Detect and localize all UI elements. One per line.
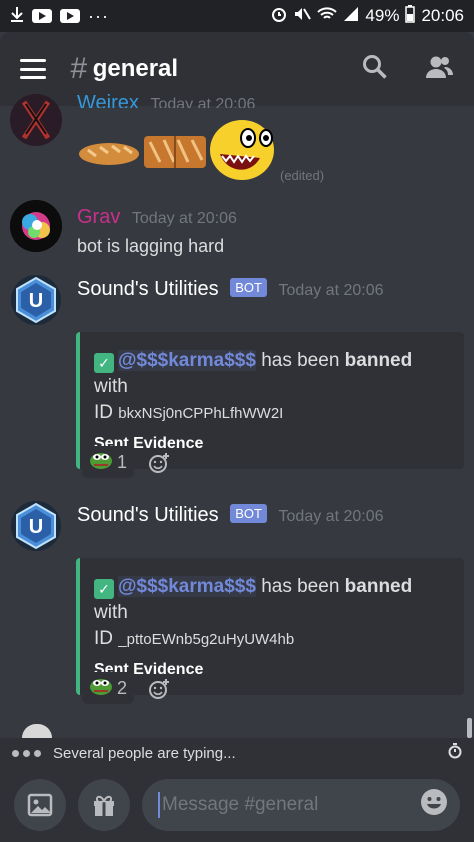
- message-timestamp: Today at 20:06: [131, 210, 237, 227]
- bot-badge: BOT: [230, 278, 267, 297]
- reaction[interactable]: 2: [82, 672, 134, 704]
- embed-text-2: with: [94, 376, 128, 397]
- message-timestamp: Today at 20:06: [278, 282, 384, 299]
- add-reaction-icon[interactable]: [148, 678, 170, 705]
- hash-icon: #: [70, 52, 87, 85]
- reaction-count: 2: [116, 677, 127, 698]
- slowmode-timer-icon: [448, 743, 462, 763]
- bot-badge: BOT: [230, 504, 267, 523]
- user-mention[interactable]: @$$$karma$$$: [118, 576, 256, 597]
- status-bar: ··· 49% 20:06: [0, 0, 474, 32]
- check-mark-icon: ✓: [94, 353, 114, 373]
- channel-name: general: [92, 55, 179, 82]
- avatar-sounds-utilities[interactable]: U: [10, 274, 62, 326]
- gift-button[interactable]: [78, 779, 130, 831]
- ban-id: bkxNSj0nCPPhLfhWW2I: [118, 405, 284, 422]
- embed-bold: banned: [344, 576, 413, 597]
- scrollbar[interactable]: [467, 718, 472, 738]
- author-name[interactable]: Wejrex: [77, 92, 139, 108]
- avatar-partial[interactable]: [22, 724, 52, 738]
- ban-id: _pttoEWnb5g2uHyUW4hb: [118, 631, 295, 648]
- image-icon: [27, 793, 53, 817]
- discord-app: ··· 49% 20:06 # general Wejrex Today at …: [0, 0, 474, 842]
- members-icon[interactable]: [424, 54, 454, 85]
- youtube-icon-2: [60, 9, 80, 23]
- message-bot-2[interactable]: U Sound's Utilities BOT Today at 20:06 ✓…: [0, 498, 474, 708]
- embed-text: has been: [255, 576, 345, 597]
- gift-icon: [94, 795, 114, 816]
- download-icon: [10, 6, 24, 27]
- message-timestamp: Today at 20:06: [150, 96, 256, 108]
- message-text: bot is lagging hard: [77, 236, 225, 256]
- text-caret: [158, 792, 160, 818]
- message-bot-1[interactable]: U Sound's Utilities BOT Today at 20:06 ✓…: [0, 272, 474, 482]
- author-name[interactable]: Grav: [77, 206, 120, 228]
- search-icon[interactable]: [362, 54, 388, 85]
- embed-text: has been: [255, 350, 345, 371]
- battery-percent: 49%: [365, 6, 400, 25]
- author-name[interactable]: Sound's Utilities: [77, 278, 219, 300]
- message-wejrex[interactable]: Wejrex Today at 20:06 (edited): [0, 92, 474, 194]
- reaction[interactable]: 1: [82, 446, 134, 478]
- reaction-count: 1: [116, 451, 127, 472]
- menu-icon[interactable]: [20, 59, 46, 79]
- embed-text-2: with: [94, 602, 128, 623]
- check-mark-icon: ✓: [94, 579, 114, 599]
- alarm-icon: [271, 6, 287, 27]
- pepe-emoji-icon: [89, 450, 113, 475]
- message-composer: Message #general: [0, 768, 474, 842]
- battery-icon: [405, 4, 416, 28]
- more-notifications-icon: ···: [88, 5, 109, 26]
- ban-embed: ✓ @$$$karma$$$ has been banned with ID _p…: [76, 558, 464, 695]
- ban-embed: ✓ @$$$karma$$$ has been banned with ID bk…: [76, 332, 464, 469]
- avatar-grav[interactable]: [10, 200, 62, 252]
- wifi-icon: [317, 6, 338, 27]
- svg-text:U: U: [29, 290, 43, 312]
- emoji-picker-icon[interactable]: [420, 788, 448, 822]
- message-placeholder: Message #general: [162, 794, 319, 815]
- message-timestamp: Today at 20:06: [278, 508, 384, 525]
- baguette-emoji: [78, 132, 210, 177]
- embed-bold: banned: [344, 350, 413, 371]
- typing-text: Several people are typing...: [53, 744, 236, 762]
- message-input[interactable]: Message #general: [142, 779, 460, 831]
- embed-field: Sent Evidence: [94, 661, 204, 678]
- add-reaction-icon[interactable]: [148, 452, 170, 479]
- message-grav[interactable]: Grav Today at 20:06 bot is lagging hard: [0, 198, 474, 266]
- typing-dots-icon: [12, 749, 41, 757]
- pepe-emoji-icon: [89, 676, 113, 701]
- avatar-wejrex[interactable]: [10, 94, 62, 146]
- avatar-sounds-utilities[interactable]: U: [10, 500, 62, 552]
- id-label: ID: [94, 628, 119, 649]
- author-name[interactable]: Sound's Utilities: [77, 504, 219, 526]
- embed-field: Sent Evidence: [94, 435, 204, 452]
- typing-indicator: Several people are typing...: [0, 738, 474, 768]
- signal-icon: [343, 6, 359, 27]
- user-mention[interactable]: @$$$karma$$$: [118, 350, 256, 371]
- edited-label: (edited): [280, 168, 325, 183]
- clock: 20:06: [421, 6, 464, 25]
- id-label: ID: [94, 402, 119, 423]
- image-upload-button[interactable]: [14, 779, 66, 831]
- svg-text:U: U: [29, 516, 43, 538]
- screaming-face-emoji: [208, 118, 276, 187]
- channel-title[interactable]: # general: [70, 52, 178, 86]
- youtube-icon: [32, 9, 52, 23]
- mute-icon: [293, 6, 312, 27]
